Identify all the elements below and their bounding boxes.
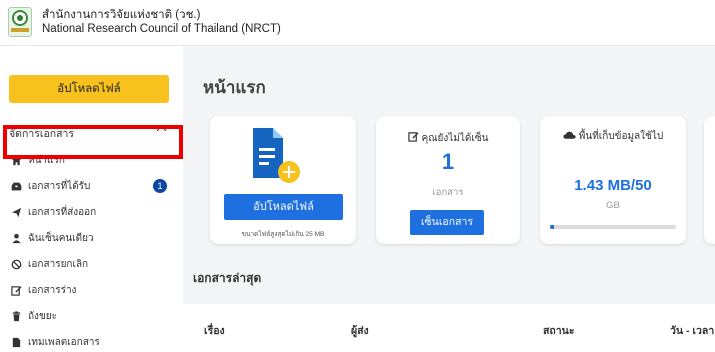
edit-icon: [407, 131, 419, 145]
highlight-box: [3, 125, 183, 159]
document-add-icon: [253, 128, 300, 183]
org-name-thai: สำนักงานการวิจัยแห่งชาติ (วช.): [42, 9, 201, 21]
file-icon: [9, 335, 23, 349]
page-title: หน้าแรก: [203, 78, 266, 97]
column-header-status[interactable]: สถานะ: [543, 322, 574, 339]
sidebar-upload-button[interactable]: อัปโหลดไฟล์: [9, 75, 169, 103]
storage-progress: [550, 225, 676, 229]
file-size-note: ขนาดไฟล์สูงสุดไม่เกิน 25 MB: [241, 231, 325, 238]
top-bar: สำนักงานการวิจัยแห่งชาติ (วช.) National …: [0, 0, 715, 46]
sidebar-item-trash[interactable]: ถังขยะ: [9, 306, 171, 326]
edit-icon: [9, 283, 23, 297]
sign-document-button[interactable]: เซ็นเอกสาร: [410, 210, 484, 235]
sidebar-item-cancelled[interactable]: เอกสารยกเลิก: [9, 254, 171, 274]
storage-label-row: พื้นที่เก็บข้อมูลใช้ไป: [550, 129, 676, 145]
storage-value: 1.43 MB/50: [574, 177, 652, 194]
unsigned-count: 1: [441, 149, 455, 174]
cloud-icon: [563, 130, 576, 145]
unsigned-unit: เอกสาร: [432, 187, 464, 198]
column-header-sender[interactable]: ผู้ส่ง: [351, 322, 369, 339]
send-icon: [9, 205, 23, 219]
sidebar-item-label: ฉันเซ็นคนเดียว: [28, 232, 94, 244]
sidebar-item-label: เทมเพลตเอกสาร: [28, 336, 100, 348]
upload-file-button[interactable]: อัปโหลดไฟล์: [224, 194, 343, 220]
sidebar-item-templates[interactable]: เทมเพลตเอกสาร: [9, 332, 171, 352]
sidebar-item-label: เอกสารที่ส่งออก: [28, 206, 97, 218]
ban-icon: [9, 257, 23, 271]
sidebar: อัปโหลดไฟล์ จัดการเอกสาร หน้าแรก เอกสารท…: [0, 46, 183, 352]
storage-label: พื้นที่เก็บข้อมูลใช้ไป: [578, 131, 664, 142]
user-icon: [9, 231, 23, 245]
sidebar-item-received[interactable]: เอกสารที่ได้รับ 1: [9, 176, 171, 196]
nrct-logo: [8, 7, 32, 37]
column-header-datetime[interactable]: วัน - เวลา: [670, 322, 714, 339]
extra-card: [704, 116, 715, 244]
sidebar-item-sign-alone[interactable]: ฉันเซ็นคนเดียว: [9, 228, 171, 248]
unsigned-card: คุณยังไม่ได้เซ็น 1 เอกสาร เซ็นเอกสาร: [376, 116, 520, 244]
sidebar-item-sent[interactable]: เอกสารที่ส่งออก: [9, 202, 171, 222]
inbox-icon: [9, 179, 23, 193]
storage-unit: GB: [606, 200, 620, 211]
storage-card: พื้นที่เก็บข้อมูลใช้ไป 1.43 MB/50 GB: [540, 116, 686, 244]
unsigned-label-row: คุณยังไม่ได้เซ็น: [376, 131, 520, 146]
recent-documents-title: เอกสารล่าสุด: [193, 271, 262, 285]
sidebar-item-label: ถังขยะ: [28, 310, 58, 322]
storage-progress-fill: [550, 225, 554, 229]
count-badge: 1: [153, 179, 167, 193]
unsigned-label: คุณยังไม่ได้เซ็น: [421, 133, 489, 144]
sidebar-item-label: เอกสารที่ได้รับ: [28, 180, 91, 192]
sidebar-item-label: เอกสารร่าง: [28, 284, 77, 296]
sidebar-item-drafts[interactable]: เอกสารร่าง: [9, 280, 171, 300]
recent-documents-table: เรื่อง ผู้ส่ง สถานะ วัน - เวลา: [183, 304, 715, 352]
sidebar-item-label: เอกสารยกเลิก: [28, 258, 89, 270]
column-header-subject[interactable]: เรื่อง: [204, 322, 225, 339]
upload-card: อัปโหลดไฟล์ ขนาดไฟล์สูงสุดไม่เกิน 25 MB: [210, 116, 356, 244]
trash-icon: [9, 309, 23, 323]
org-name-english: National Research Council of Thailand (N…: [42, 23, 281, 35]
